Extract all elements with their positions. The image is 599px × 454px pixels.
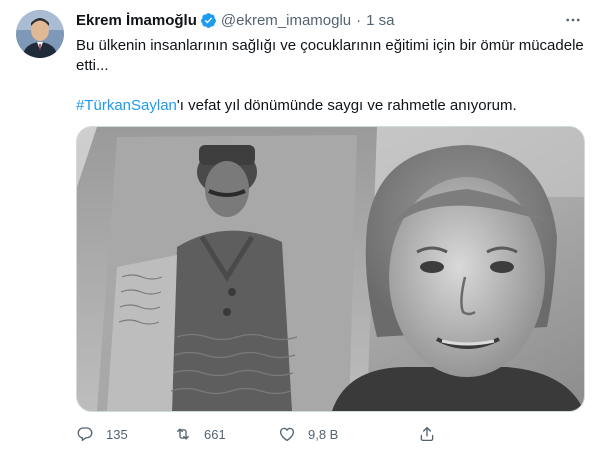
tweet-text-line: Bu ülkenin insanlarının sağlığı ve çocuk… — [76, 37, 584, 54]
more-options-icon[interactable] — [563, 10, 583, 30]
tweet-header: Ekrem İmamoğlu @ekrem_imamoglu · 1 sa — [76, 10, 583, 30]
avatar[interactable] — [16, 10, 64, 58]
retweet-button[interactable]: 661 — [174, 425, 278, 443]
tweet[interactable]: Ekrem İmamoğlu @ekrem_imamoglu · 1 sa Bu… — [0, 0, 599, 454]
tweet-text: Bu ülkenin insanlarının sağlığı ve çocuk… — [76, 36, 584, 116]
like-icon — [279, 427, 295, 442]
tweet-text-line: #TürkanSaylan'ı vefat yıl dönümünde sayg… — [76, 96, 584, 116]
share-button[interactable] — [418, 425, 448, 443]
photo-image — [77, 127, 584, 411]
author-name[interactable]: Ekrem İmamoğlu — [76, 12, 197, 29]
like-count: 9,8 B — [308, 426, 339, 442]
reply-button[interactable]: 135 — [76, 425, 174, 443]
retweet-icon — [177, 428, 189, 440]
hashtag-link[interactable]: #TürkanSaylan — [76, 97, 177, 114]
share-icon — [420, 426, 434, 442]
verified-badge-icon — [200, 12, 217, 29]
tweet-text-line: etti... — [76, 57, 109, 74]
like-button[interactable]: 9,8 B — [278, 425, 418, 443]
author-handle[interactable]: @ekrem_imamoglu — [221, 12, 351, 29]
separator-dot: · — [356, 11, 362, 29]
avatar-image — [16, 10, 64, 58]
retweet-count: 661 — [204, 426, 226, 442]
tweet-actions: 135 661 9,8 B — [76, 424, 506, 444]
reply-count: 135 — [106, 426, 128, 442]
reply-icon — [77, 427, 93, 442]
tweet-timestamp[interactable]: 1 sa — [366, 12, 394, 29]
tweet-text-rest: 'ı vefat yıl dönümünde saygı ve rahmetle… — [176, 97, 517, 114]
tweet-photo[interactable] — [76, 126, 585, 412]
